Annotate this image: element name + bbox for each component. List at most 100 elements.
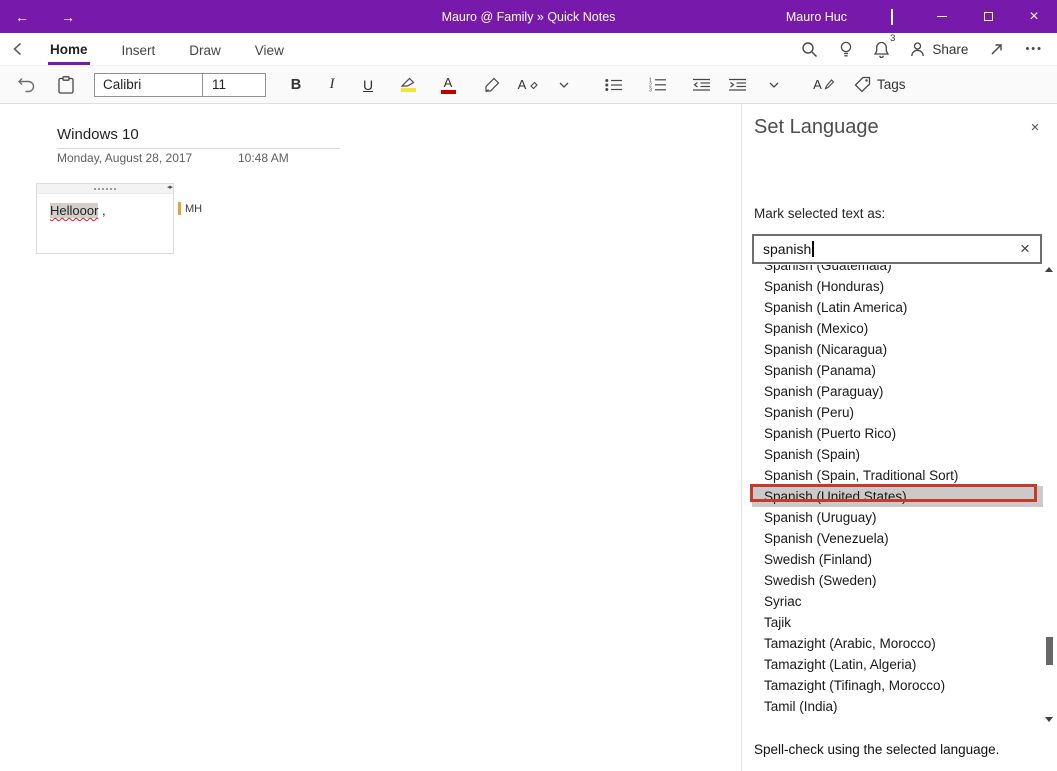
tags-button[interactable]: Tags [854, 71, 906, 99]
resize-handle-icon[interactable]: ◂▸ [167, 183, 172, 193]
ribbon-back-button[interactable] [0, 33, 36, 65]
notification-badge: 3 [890, 33, 895, 44]
language-option[interactable]: Tamil (India) [752, 696, 1043, 717]
language-option[interactable]: Tamazight (Arabic, Morocco) [752, 633, 1043, 654]
drag-dots-icon [94, 188, 116, 190]
notifications-button[interactable]: 3 [874, 35, 889, 63]
close-button[interactable]: × [1011, 0, 1057, 33]
nav-forward-button[interactable]: → [54, 0, 82, 33]
font-name-dropdown[interactable]: Calibri [95, 74, 203, 96]
tab-home[interactable]: Home [48, 33, 90, 65]
share-button[interactable]: Share [910, 41, 968, 57]
scrollbar-thumb[interactable] [1046, 637, 1053, 665]
language-option[interactable]: Spanish (Paraguay) [752, 381, 1043, 402]
outdent-button[interactable] [688, 71, 716, 99]
bold-button[interactable]: B [282, 71, 310, 99]
language-search-box[interactable]: spanish × [752, 234, 1042, 264]
minimize-button[interactable] [919, 0, 965, 33]
clear-formatting-button[interactable]: A [514, 71, 542, 99]
account-name[interactable]: Mauro Huc [786, 10, 847, 24]
tab-view[interactable]: View [253, 33, 286, 65]
chevron-down-icon [559, 82, 569, 88]
clear-search-button[interactable]: × [1010, 236, 1040, 262]
panel-footer-text: Spell-check using the selected language. [754, 742, 999, 757]
language-option[interactable]: Spanish (Panama) [752, 360, 1043, 381]
title-divider [57, 148, 340, 149]
maximize-button[interactable] [965, 0, 1011, 33]
language-option[interactable]: Spanish (Nicaragua) [752, 339, 1043, 360]
search-icon [801, 41, 818, 58]
language-option-label: Spanish (Spain) [764, 447, 860, 462]
paragraph-options-chevron[interactable] [760, 71, 788, 99]
page-canvas[interactable]: Windows 10 Monday, August 28, 2017 10:48… [0, 105, 741, 771]
language-option[interactable]: Spanish (Puerto Rico) [752, 423, 1043, 444]
page-title[interactable]: Windows 10 [57, 126, 139, 143]
language-option-label: Tamazight (Latin, Algeria) [764, 657, 916, 672]
italic-button[interactable]: I [318, 71, 346, 99]
language-option-label: Tamil (India) [764, 699, 838, 714]
language-option[interactable]: Spanish (Guatemala) [752, 265, 1043, 276]
language-option[interactable]: Tamazight (Tifinagh, Morocco) [752, 675, 1043, 696]
scroll-down-arrow-icon[interactable] [1045, 717, 1053, 722]
titlebar: ← → Mauro @ Family » Quick Notes Mauro H… [0, 0, 1057, 33]
page-date: Monday, August 28, 2017 [57, 151, 192, 165]
ink-to-text-button[interactable]: A [810, 71, 838, 99]
language-option-label: Tamazight (Tifinagh, Morocco) [764, 678, 945, 693]
indent-button[interactable] [724, 71, 752, 99]
note-drag-handle[interactable]: ◂▸ [37, 184, 173, 194]
language-option[interactable]: Spanish (Mexico) [752, 318, 1043, 339]
language-option[interactable]: Spanish (Latin America) [752, 297, 1043, 318]
language-option[interactable]: Spanish (Spain, Traditional Sort) [752, 465, 1043, 486]
highlighter-button[interactable] [394, 71, 422, 99]
language-option[interactable]: Swedish (Finland) [752, 549, 1043, 570]
font-color-button[interactable]: A [434, 71, 462, 99]
numbered-list-button[interactable]: 1 2 3 [644, 71, 672, 99]
language-option[interactable]: Spanish (Uruguay) [752, 507, 1043, 528]
panel-instruction: Mark selected text as: [754, 206, 885, 221]
diagonal-arrow-icon [989, 42, 1004, 57]
bullet-list-button[interactable] [600, 71, 628, 99]
nav-back-button[interactable]: ← [8, 0, 36, 33]
language-list-items: Spanish (Guatemala) Spanish (Honduras) S… [752, 265, 1043, 717]
fullscreen-button[interactable] [989, 35, 1004, 63]
language-option[interactable]: Tajik [752, 612, 1043, 633]
misspelled-word[interactable]: Hellooor [50, 203, 98, 218]
text-cursor [812, 241, 814, 257]
format-painter-button[interactable] [478, 71, 506, 99]
language-option[interactable]: Tamazight (Latin, Algeria) [752, 654, 1043, 675]
language-option[interactable]: Spanish (Peru) [752, 402, 1043, 423]
more-options-button[interactable]: ••• [1025, 35, 1043, 63]
titlebar-divider [891, 9, 893, 25]
font-options-chevron[interactable] [550, 71, 578, 99]
language-option[interactable]: Swedish (Sweden) [752, 570, 1043, 591]
tab-draw[interactable]: Draw [187, 33, 223, 65]
language-option[interactable]: Spanish (United States) [752, 486, 1043, 507]
language-option[interactable]: Spanish (Venezuela) [752, 528, 1043, 549]
language-option[interactable]: Spanish (Honduras) [752, 276, 1043, 297]
undo-button[interactable] [12, 71, 40, 99]
scrollbar[interactable] [1045, 265, 1054, 724]
clear-x-icon: × [1020, 239, 1030, 259]
font-size-dropdown[interactable]: 11 [203, 74, 265, 96]
clear-formatting-letter: A [518, 78, 527, 91]
pen-icon [824, 79, 835, 91]
page-time: 10:48 AM [238, 151, 289, 165]
language-option-label: Spanish (Panama) [764, 363, 876, 378]
font-color-swatch [441, 90, 456, 94]
underline-button[interactable]: U [354, 71, 382, 99]
language-option[interactable]: Spanish (Spain) [752, 444, 1043, 465]
minimize-icon [937, 16, 947, 17]
scroll-up-arrow-icon[interactable] [1045, 267, 1053, 272]
language-option[interactable]: Syriac [752, 591, 1043, 612]
note-container[interactable]: ◂▸ Hellooor , [36, 183, 174, 254]
tell-me-button[interactable] [839, 35, 853, 63]
panel-close-button[interactable]: × [1025, 117, 1045, 137]
language-search-input[interactable]: spanish [763, 241, 811, 257]
paste-button[interactable] [52, 71, 80, 99]
language-option-label: Swedish (Finland) [764, 552, 872, 567]
language-option-label: Spanish (Honduras) [764, 279, 884, 294]
tab-insert[interactable]: Insert [120, 33, 158, 65]
clipboard-icon [58, 76, 74, 94]
note-text[interactable]: Hellooor , [50, 203, 106, 218]
search-button[interactable] [801, 35, 818, 63]
